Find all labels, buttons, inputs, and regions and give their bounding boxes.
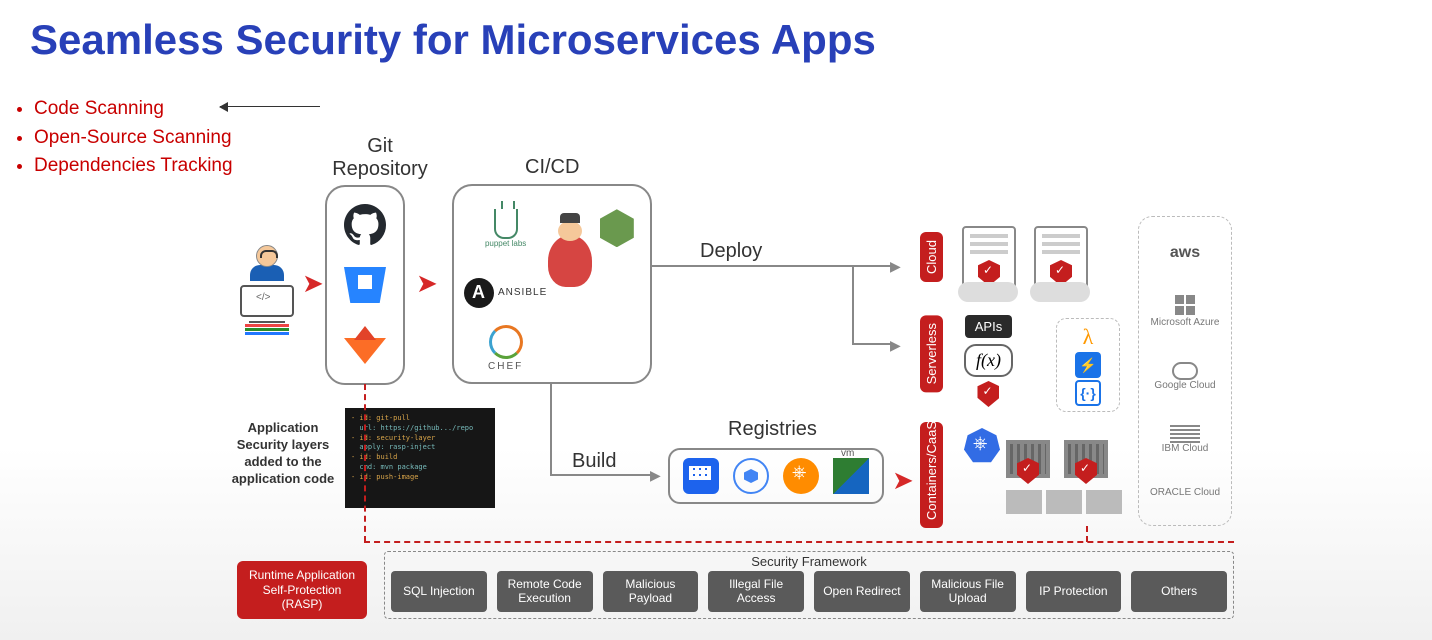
shield-icon	[977, 381, 999, 407]
sec-item: Remote Code Execution	[497, 571, 593, 612]
sec-item: Open Redirect	[814, 571, 910, 612]
developer-icon	[232, 245, 302, 336]
container-icon	[1006, 440, 1050, 478]
oracle-logo: ORACLE Cloud	[1150, 487, 1220, 498]
cloud-servers	[962, 226, 1088, 290]
puppet-icon: puppet labs	[485, 209, 526, 248]
harbor-icon	[783, 458, 819, 494]
aws-logo: aws	[1170, 244, 1200, 262]
git-repo-label: Git Repository	[330, 135, 430, 181]
arrow-to-scanning	[220, 106, 320, 107]
apis-badge: APIs	[965, 315, 1012, 338]
rasp-connector	[364, 541, 1234, 543]
cloud-tag: Cloud	[920, 232, 943, 282]
lambda-icon: λ	[1075, 324, 1101, 350]
scan-item: Open-Source Scanning	[34, 124, 233, 153]
ibm-logo: IBM Cloud	[1162, 425, 1209, 454]
arrow-icon: ▶	[650, 467, 661, 484]
security-framework: Security Framework SQL Injection Remote …	[384, 551, 1234, 619]
chef-icon: CHEF	[488, 325, 523, 372]
build-label: Build	[572, 450, 616, 473]
server-icon	[1034, 226, 1088, 290]
gitlab-icon	[342, 322, 388, 368]
jenkins-icon	[548, 235, 592, 287]
git-repo-box	[325, 185, 405, 385]
arrow-icon: ➤	[302, 268, 324, 299]
sec-item: Malicious File Upload	[920, 571, 1016, 612]
container-icon	[1064, 440, 1108, 478]
function-badge: f(x)	[964, 344, 1013, 377]
shield-icon	[1075, 458, 1097, 484]
build-connector	[550, 474, 655, 476]
sec-item: Illegal File Access	[708, 571, 804, 612]
container-stack	[1006, 490, 1122, 514]
rasp-box: Runtime Application Self-Protection (RAS…	[237, 561, 367, 619]
gcp-logo: Google Cloud	[1154, 362, 1215, 391]
cloud-functions-icon: {·}	[1075, 380, 1101, 406]
sec-item: Malicious Payload	[603, 571, 699, 612]
registries-label: Registries	[728, 418, 817, 441]
sec-item: Others	[1131, 571, 1227, 612]
arrow-icon: ▶	[890, 258, 901, 275]
deploy-connector	[652, 265, 852, 267]
deploy-label: Deploy	[700, 240, 762, 263]
function-providers: λ ⚡ {·}	[1056, 318, 1120, 412]
containers-group	[1006, 440, 1108, 478]
cicd-box: puppet labs AANSIBLE CHEF	[452, 184, 652, 384]
cicd-label: CI/CD	[525, 156, 579, 179]
security-layers-annotation: Application Security layers added to the…	[228, 420, 338, 488]
build-connector	[550, 384, 552, 474]
arrow-icon: ➤	[416, 268, 438, 299]
scanning-list: Code Scanning Open-Source Scanning Depen…	[18, 95, 233, 181]
slide-title: Seamless Security for Microservices Apps	[0, 0, 1432, 64]
ansible-icon: AANSIBLE	[464, 278, 547, 308]
serverless-group: APIs f(x)	[964, 315, 1013, 409]
server-icon	[962, 226, 1016, 290]
azure-logo: Microsoft Azure	[1151, 295, 1220, 328]
bitbucket-icon	[342, 262, 388, 308]
sec-item: IP Protection	[1026, 571, 1122, 612]
aws-codebuild-icon	[600, 209, 634, 247]
containers-tag: Containers/CaaS	[920, 422, 943, 528]
arrow-icon: ▶	[890, 337, 901, 354]
scan-item: Code Scanning	[34, 95, 233, 124]
gcr-icon	[733, 458, 769, 494]
shield-icon	[1017, 458, 1039, 484]
registries-box	[668, 448, 884, 504]
cloud-providers-panel: aws Microsoft Azure Google Cloud IBM Clo…	[1138, 216, 1232, 526]
sec-item: SQL Injection	[391, 571, 487, 612]
azure-functions-icon: ⚡	[1075, 352, 1101, 378]
github-icon	[342, 202, 388, 248]
docker-icon	[683, 458, 719, 494]
vmware-icon	[833, 458, 869, 494]
serverless-tag: Serverless	[920, 315, 943, 392]
code-snippet: - id: git-pull url: https://github.../re…	[345, 408, 495, 508]
security-framework-title: Security Framework	[391, 554, 1227, 569]
rasp-connector	[364, 384, 366, 542]
connector	[852, 265, 892, 345]
rasp-connector	[1086, 526, 1088, 542]
scan-item: Dependencies Tracking	[34, 152, 233, 181]
arrow-icon: ➤	[892, 465, 914, 496]
kubernetes-icon	[964, 428, 1000, 464]
